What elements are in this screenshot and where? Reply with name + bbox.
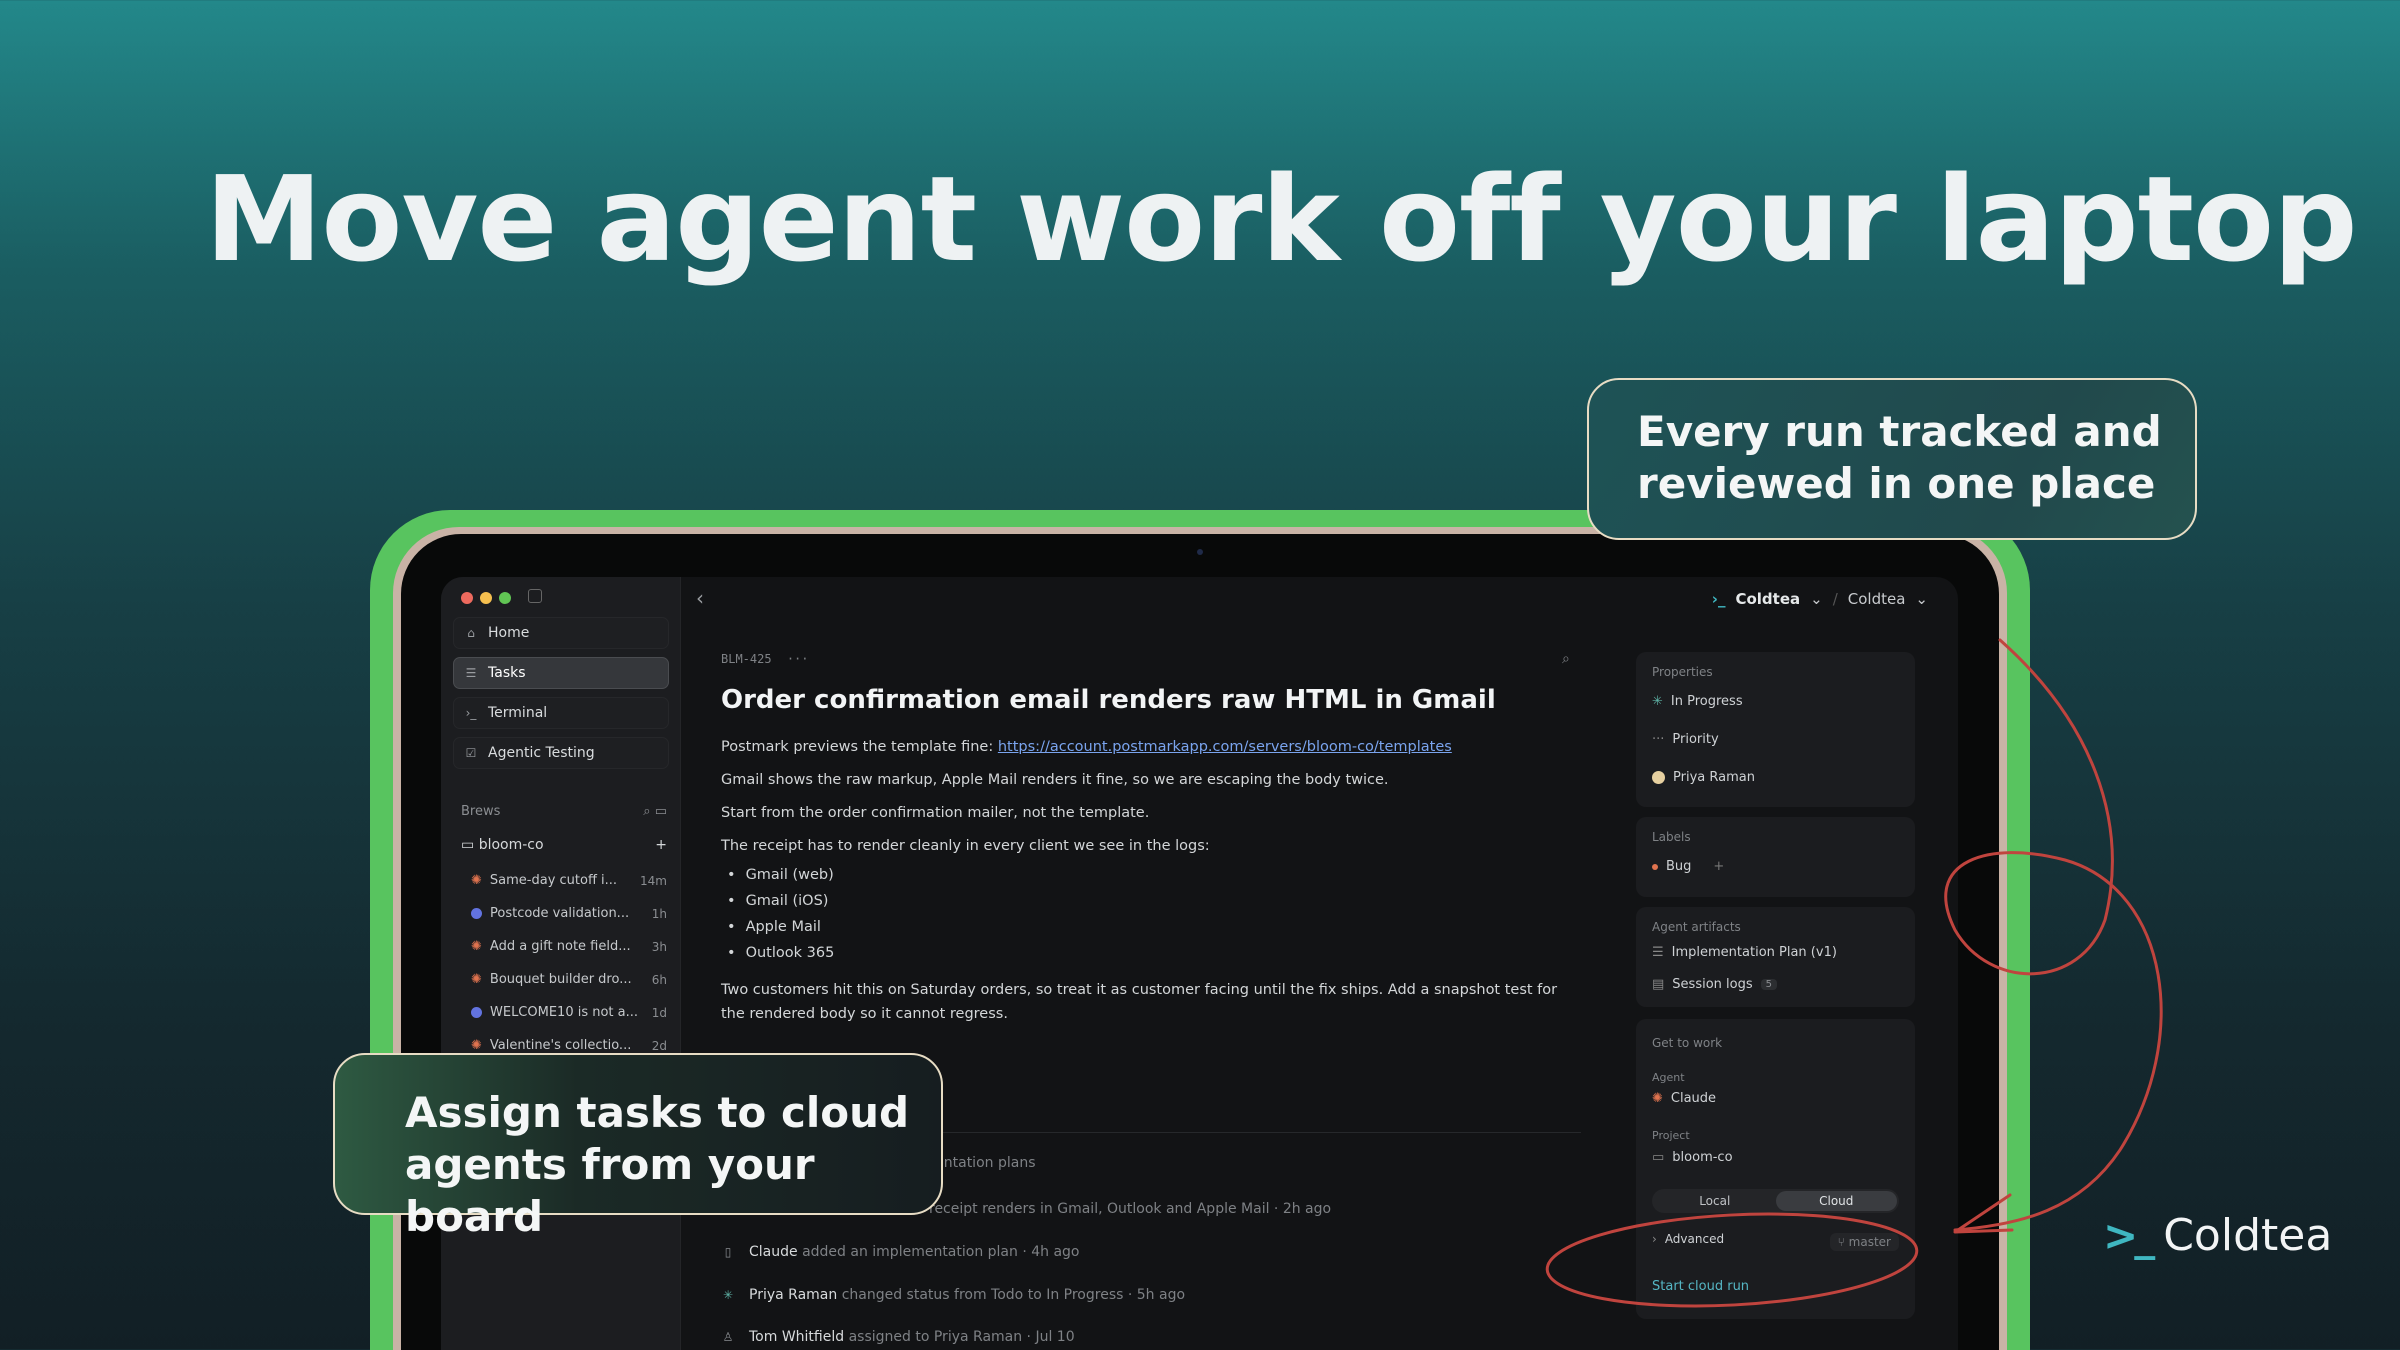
new-folder-icon[interactable]: ▭ [655, 804, 667, 819]
artifact-session-logs[interactable]: ▤ Session logs 5 [1652, 977, 1777, 992]
more-options-icon[interactable]: ··· [787, 652, 809, 666]
postmark-link[interactable]: https://account.postmarkapp.com/servers/… [998, 739, 1452, 755]
branch-icon: ⑂ [1837, 1235, 1845, 1249]
artifacts-panel: Agent artifacts ☰ Implementation Plan (v… [1636, 907, 1915, 1007]
label-bug[interactable]: Bug + [1652, 859, 1724, 874]
branch-chip[interactable]: ⑂ master [1829, 1233, 1899, 1251]
labels-panel: Labels Bug + [1636, 817, 1915, 897]
chevron-down-icon[interactable]: ⌄ [1810, 590, 1823, 608]
burst-icon: ✺ [471, 1038, 482, 1053]
home-icon: ⌂ [467, 626, 475, 640]
artifact-plan[interactable]: ☰ Implementation Plan (v1) [1652, 945, 1837, 960]
chevron-down-icon[interactable]: ⌄ [1915, 590, 1928, 608]
issue-paragraph: The receipt has to render cleanly in eve… [721, 838, 1210, 854]
list-item[interactable]: WELCOME10 is not a... 1d [471, 1005, 667, 1020]
activity-row: ✳ Priya Raman changed status from Todo t… [722, 1287, 1186, 1303]
issue-paragraph: Postmark previews the template fine: htt… [721, 739, 1452, 755]
issue-paragraph: Gmail shows the raw markup, Apple Mail r… [721, 772, 1389, 788]
issue-paragraph: Two customers hit this on Saturday order… [721, 982, 1558, 1022]
ball-icon [471, 908, 482, 919]
ticket-id: BLM-425 ··· [721, 652, 809, 666]
priority-icon: ··· [1652, 732, 1665, 747]
ball-icon [471, 1007, 482, 1018]
list-icon: ☰ [1652, 945, 1664, 960]
priority-field[interactable]: ··· Priority [1652, 732, 1719, 747]
workspace-switcher: ›_ Coldtea ⌄ / Coldtea ⌄ [1711, 590, 1928, 608]
sidebar-item-tasks[interactable]: ☰ Tasks [453, 657, 669, 689]
list-item[interactable]: ✺ Add a gift note field... 3h [471, 939, 667, 954]
burst-icon: ✺ [471, 972, 482, 987]
list-item[interactable]: ✺ Bouquet builder dro... 6h [471, 972, 667, 987]
coldtea-mark-icon: >_ [2103, 1211, 2155, 1260]
start-cloud-run-button[interactable]: Start cloud run [1652, 1279, 1749, 1294]
local-option[interactable]: Local [1654, 1191, 1776, 1211]
run-location-toggle: Local Cloud [1652, 1189, 1899, 1213]
window-controls [461, 592, 511, 604]
folder-icon: ▭ [461, 837, 475, 853]
camera-dot [1197, 549, 1203, 555]
coldtea-mark-icon: ›_ [1711, 590, 1726, 608]
status-field[interactable]: ✳ In Progress [1652, 694, 1743, 709]
count-badge: 5 [1760, 979, 1777, 990]
brews-header: Brews ⌕ ▭ [461, 804, 667, 819]
issue-paragraph: Start from the order confirmation mailer… [721, 805, 1150, 821]
sidebar-item-terminal[interactable]: ›_ Terminal [453, 697, 669, 729]
in-progress-icon: ✳ [1652, 694, 1663, 709]
project-select[interactable]: ▭ bloom-co [1652, 1150, 1733, 1165]
coldtea-logo: >_ Coldtea [2103, 1210, 2333, 1261]
get-to-work-panel: Get to work Agent ✺ Claude Project ▭ blo… [1636, 1019, 1915, 1319]
folder-icon: ▭ [1652, 1150, 1665, 1165]
search-icon[interactable]: ⌕ [643, 804, 650, 819]
assignee-field[interactable]: Priya Raman [1652, 770, 1755, 785]
add-task-icon[interactable]: + [655, 837, 667, 853]
list-item[interactable]: ✺ Same-day cutoff i... 14m [471, 873, 667, 888]
tasks-icon: ☰ [465, 666, 477, 680]
back-chevron-icon[interactable]: ‹ [696, 586, 704, 610]
bug-dot-icon [1652, 863, 1658, 870]
sidebar-item-agentic-testing[interactable]: ☑ Agentic Testing [453, 737, 669, 769]
callout-assign: Assign tasks to cloud agents from your b… [333, 1053, 943, 1241]
sidebar-toggle-icon[interactable] [528, 589, 542, 603]
advanced-toggle[interactable]: › Advanced [1652, 1232, 1724, 1246]
add-label-icon[interactable]: + [1713, 859, 1724, 874]
list-item: Apple Mail [721, 919, 834, 945]
callout-tracked: Every run tracked and reviewed in one pl… [1587, 378, 2197, 540]
chevron-right-icon: › [1652, 1232, 1657, 1246]
activity-row: ♙ Tom Whitfield assigned to Priya Raman … [722, 1329, 1075, 1345]
cloud-option[interactable]: Cloud [1775, 1191, 1897, 1211]
sidebar-item-home[interactable]: ⌂ Home [453, 617, 669, 649]
list-item: Outlook 365 [721, 945, 835, 971]
doc-icon: ▯ [724, 1245, 732, 1259]
person-icon: ♙ [722, 1330, 734, 1344]
list-item[interactable]: Postcode validation... 1h [471, 906, 667, 921]
workspace-name[interactable]: Coldtea [1735, 590, 1800, 608]
maximize-window-button[interactable] [499, 592, 511, 604]
avatar [1652, 771, 1665, 784]
page-title: Order confirmation email renders raw HTM… [721, 685, 1496, 715]
claude-icon: ✺ [1652, 1091, 1663, 1106]
logs-icon: ▤ [1652, 977, 1665, 992]
list-item[interactable]: ✺ Valentine's collectio... 2d [471, 1038, 667, 1053]
terminal-icon: ›_ [465, 706, 477, 720]
checkbox-icon: ☑ [465, 746, 477, 760]
burst-icon: ✺ [471, 873, 482, 888]
activity-row: ▯ Claude added an implementation plan · … [721, 1244, 1581, 1260]
list-item: Gmail (web) [721, 867, 834, 893]
client-list: Gmail (web) Gmail (iOS) Apple Mail Outlo… [721, 867, 835, 971]
progress-icon: ✳ [722, 1288, 734, 1302]
properties-panel: Properties ✳ In Progress ··· Priority Pr… [1636, 652, 1915, 807]
minimize-window-button[interactable] [480, 592, 492, 604]
org-name[interactable]: Coldtea [1848, 590, 1906, 608]
search-icon[interactable]: ⌕ [1562, 651, 1570, 667]
burst-icon: ✺ [471, 939, 482, 954]
brew-folder-bloom-co[interactable]: ▭ bloom-co + [461, 837, 667, 853]
list-item: Gmail (iOS) [721, 893, 834, 919]
close-window-button[interactable] [461, 592, 473, 604]
headline: Move agent work off your laptop [205, 150, 2358, 288]
agent-select[interactable]: ✺ Claude [1652, 1091, 1716, 1106]
